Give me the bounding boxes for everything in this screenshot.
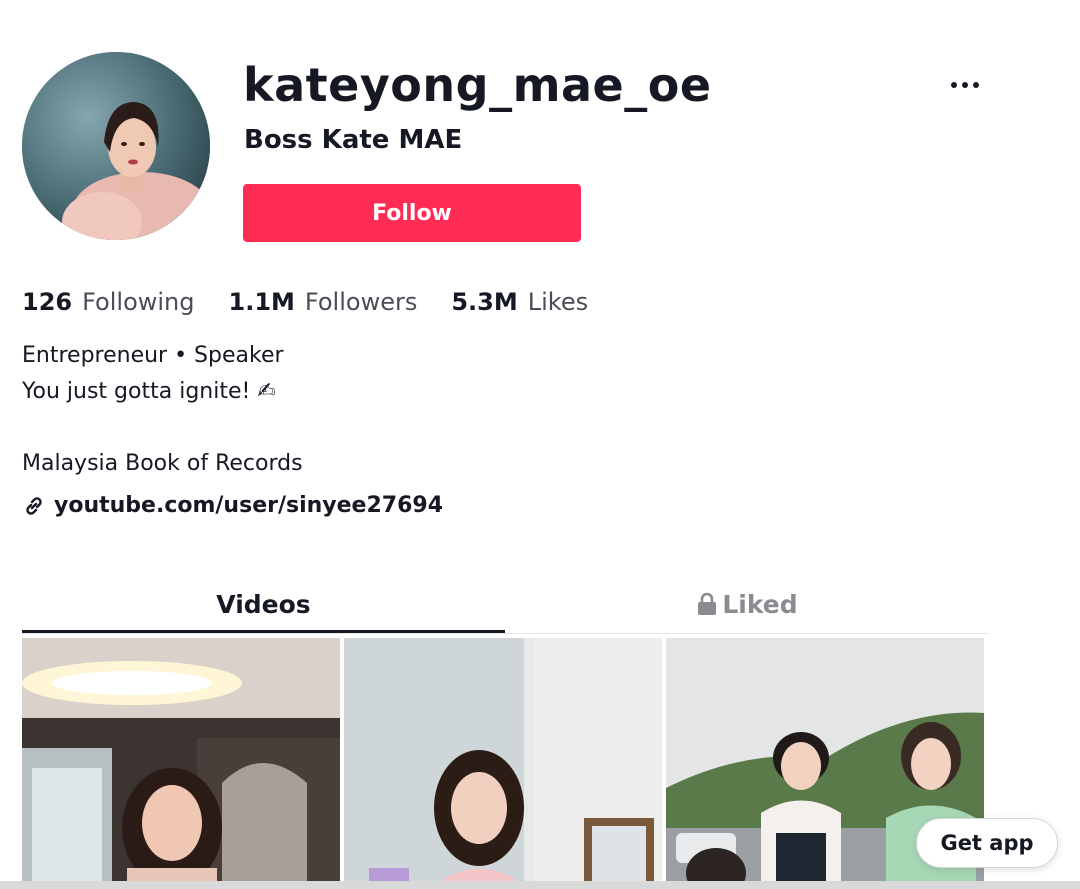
link-text: youtube.com/user/sinyee27694: [54, 493, 444, 518]
profile-link[interactable]: youtube.com/user/sinyee27694: [22, 488, 443, 524]
stat-value: 1.1M: [228, 288, 295, 316]
profile-stats: 126 Following 1.1M Followers 5.3M Likes: [22, 284, 622, 320]
bottom-scrollbar: [0, 881, 1080, 889]
stat-likes: 5.3M Likes: [451, 284, 588, 320]
bio-spacer: [22, 410, 303, 446]
stat-following[interactable]: 126 Following: [22, 284, 195, 320]
follow-button[interactable]: Follow: [243, 184, 581, 242]
bio: Entrepreneur • Speaker You just gotta ig…: [22, 338, 303, 482]
more-options-icon[interactable]: [940, 70, 990, 100]
video-image: [22, 638, 340, 889]
dot: [951, 82, 957, 88]
dot: [962, 82, 968, 88]
tab-label: Videos: [216, 589, 311, 619]
bio-line: You just gotta ignite! ✍: [22, 379, 276, 404]
stat-label: Followers: [304, 288, 418, 316]
video-thumbnail[interactable]: [344, 638, 662, 889]
link-icon: [26, 497, 42, 515]
tab-label: Liked: [722, 589, 798, 619]
lock-icon: [698, 592, 717, 615]
tab-divider: [22, 633, 989, 634]
nickname: Boss Kate MAE: [244, 125, 463, 155]
username: kateyong_mae_oe: [243, 58, 712, 112]
bio-line: Malaysia Book of Records: [22, 451, 303, 476]
video-thumbnail[interactable]: [22, 638, 340, 889]
tab-videos[interactable]: Videos: [22, 582, 505, 626]
stat-value: 126: [22, 288, 73, 316]
tab-liked[interactable]: Liked: [505, 582, 989, 626]
get-app-button[interactable]: Get app: [916, 818, 1058, 868]
avatar-image: [22, 52, 210, 240]
dot: [973, 82, 979, 88]
stat-label: Likes: [527, 288, 589, 316]
stat-value: 5.3M: [451, 288, 518, 316]
stat-followers[interactable]: 1.1M Followers: [229, 284, 418, 320]
avatar[interactable]: [22, 52, 210, 240]
stat-label: Following: [82, 288, 195, 316]
video-image: [344, 638, 662, 889]
bio-line: Entrepreneur • Speaker: [22, 343, 284, 368]
